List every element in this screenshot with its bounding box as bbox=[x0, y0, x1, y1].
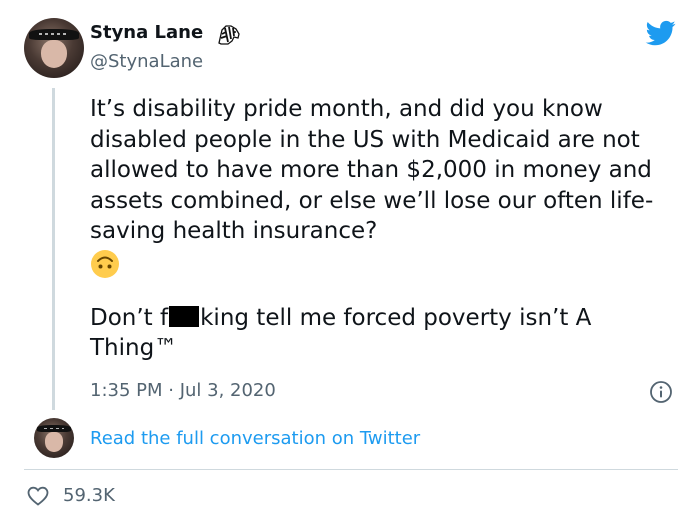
avatar-small[interactable] bbox=[34, 418, 74, 458]
like-count[interactable]: 59.3K bbox=[63, 485, 115, 506]
upside-down-face-emoji-icon bbox=[91, 249, 119, 278]
tweet-paragraph-2: Don’t f king tell me forced poverty isn’t… bbox=[90, 303, 680, 364]
censor-bar bbox=[169, 305, 200, 327]
avatar[interactable] bbox=[24, 18, 84, 78]
info-icon[interactable] bbox=[649, 380, 673, 404]
tweet-timestamp[interactable]: 1:35 PM · Jul 3, 2020 bbox=[90, 380, 276, 401]
tweet-text: It’s disability pride month, and did you… bbox=[90, 94, 680, 364]
display-name[interactable]: Styna Lane bbox=[90, 22, 203, 43]
zebra-icon bbox=[218, 25, 240, 45]
tweet-paragraph-1: It’s disability pride month, and did you… bbox=[90, 96, 654, 244]
user-handle[interactable]: @StynaLane bbox=[90, 51, 203, 72]
twitter-bird-icon[interactable] bbox=[644, 18, 678, 48]
thread-line bbox=[52, 88, 55, 410]
tweet-text-pre: Don’t f bbox=[90, 304, 169, 331]
read-conversation-link[interactable]: Read the full conversation on Twitter bbox=[90, 428, 420, 449]
divider bbox=[24, 469, 678, 470]
heart-icon[interactable] bbox=[26, 484, 50, 508]
